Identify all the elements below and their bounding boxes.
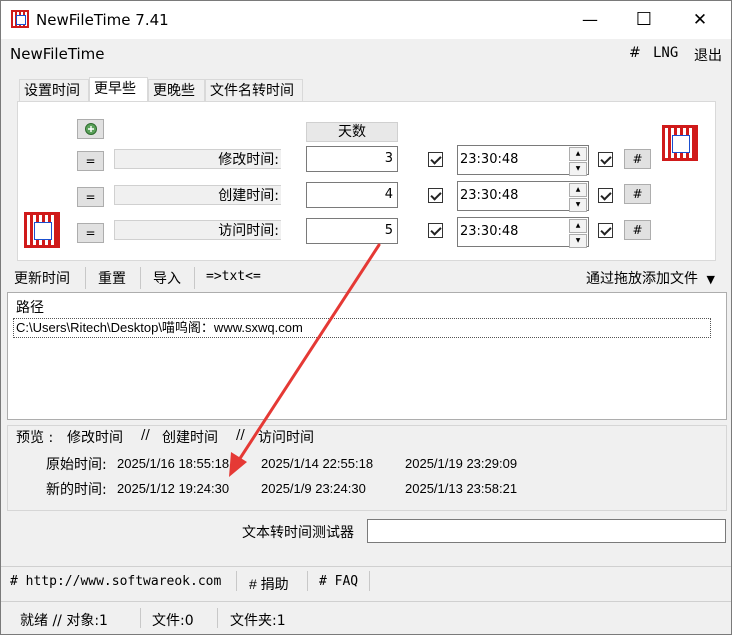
modify-equal-button[interactable]: = [77, 151, 104, 171]
original-access-time: 2025/1/19 23:29:09 [405, 456, 518, 471]
refresh-icon[interactable] [77, 119, 104, 139]
new-time-label: 新的时间: [46, 482, 107, 498]
menu-hash[interactable]: # [629, 45, 641, 61]
footer-separator [307, 571, 308, 591]
status-separator [217, 608, 218, 628]
days-header: 天数 [306, 122, 398, 142]
toolbar-divider [140, 267, 141, 289]
drag-add-files-menu[interactable]: 通过拖放添加文件 ▼ [586, 268, 715, 288]
access-days-input[interactable]: 5 [306, 218, 398, 244]
file-list[interactable]: 路径 C:\Users\Ritech\Desktop\喵呜阁：www.sxwq.… [7, 292, 727, 420]
create-days-input[interactable]: 4 [306, 182, 398, 208]
export-txt-button[interactable]: =>txt<= [206, 269, 261, 284]
tab-later[interactable]: 更晚些 [148, 79, 205, 101]
preview-col-modify: 修改时间 [67, 430, 123, 446]
access-time-checkbox[interactable] [598, 223, 613, 238]
window-title: NewFileTime 7.41 [36, 11, 169, 29]
status-divider [1, 601, 731, 602]
preview-label: 预览 : [16, 430, 54, 446]
app-logo-icon-left[interactable] [24, 212, 60, 248]
minimize-button[interactable]: — [567, 1, 613, 39]
text-to-time-tester-input[interactable] [367, 519, 726, 543]
create-hash-button[interactable]: # [624, 184, 651, 204]
footer-divider [1, 566, 731, 567]
footer-separator [236, 571, 237, 591]
new-modify-time: 2025/1/12 19:24:30 [117, 481, 230, 496]
preview-sep2: // [236, 428, 245, 443]
modify-time-input[interactable]: 23:30:48 ▲ ▼ [457, 145, 589, 176]
create-time-spinner[interactable]: ▲ ▼ [569, 183, 587, 212]
import-button[interactable]: 导入 [153, 268, 181, 288]
modify-time-spinner[interactable]: ▲ ▼ [569, 147, 587, 176]
path-column-header[interactable]: 路径 [16, 297, 44, 317]
create-days-checkbox[interactable] [428, 188, 443, 203]
footer-separator [369, 571, 370, 591]
title-bar: NewFileTime 7.41 — ☐ ✕ [1, 1, 731, 39]
close-button[interactable]: ✕ [677, 1, 723, 39]
access-time-input[interactable]: 23:30:48 ▲ ▼ [457, 217, 589, 248]
access-time-value: 23:30:48 [460, 224, 519, 239]
list-item[interactable]: C:\Users\Ritech\Desktop\喵呜阁：www.sxwq.com [13, 318, 711, 338]
create-time-label: 创建时间: [218, 188, 279, 204]
access-hash-button[interactable]: # [624, 220, 651, 240]
access-equal-button[interactable]: = [77, 223, 104, 243]
original-time-label: 原始时间: [46, 457, 107, 473]
menu-exit[interactable]: 退出 [694, 45, 722, 65]
preview-sep1: // [141, 428, 150, 443]
drag-add-files-label: 通过拖放添加文件 [586, 271, 698, 287]
app-logo-icon-right[interactable] [662, 125, 698, 161]
modify-days-checkbox[interactable] [428, 152, 443, 167]
update-time-button[interactable]: 更新时间 [14, 268, 70, 288]
menu-language[interactable]: LNG [653, 45, 678, 61]
donate-link[interactable]: # 捐助 [249, 574, 289, 594]
toolbar-divider [194, 267, 195, 289]
original-modify-time: 2025/1/16 18:55:18 [117, 456, 230, 471]
toolbar-divider [85, 267, 86, 289]
tab-filename-to-time[interactable]: 文件名转时间 [205, 79, 303, 101]
access-time-label: 访问时间: [218, 223, 279, 239]
preview-col-create: 创建时间 [162, 430, 218, 446]
reset-button[interactable]: 重置 [98, 268, 126, 288]
new-access-time: 2025/1/13 23:58:21 [405, 481, 518, 496]
status-folders: 文件夹:1 [230, 613, 286, 629]
status-ready: 就绪 // 对象:1 [20, 613, 108, 629]
modify-time-value: 23:30:48 [460, 152, 519, 167]
new-create-time: 2025/1/9 23:24:30 [261, 481, 366, 496]
modify-time-label: 修改时间: [218, 152, 279, 168]
create-time-value: 23:30:48 [460, 188, 519, 203]
menu-bar: NewFileTime # LNG 退出 [1, 39, 731, 67]
access-time-spinner[interactable]: ▲ ▼ [569, 219, 587, 248]
preview-col-access: 访问时间 [258, 430, 314, 446]
faq-link[interactable]: # FAQ [319, 574, 358, 589]
create-time-checkbox[interactable] [598, 188, 613, 203]
modify-hash-button[interactable]: # [624, 149, 651, 169]
modify-days-input[interactable]: 3 [306, 146, 398, 172]
chevron-down-icon: ▼ [706, 273, 715, 286]
status-separator [140, 608, 141, 628]
maximize-button[interactable]: ☐ [621, 1, 667, 39]
tab-earlier[interactable]: 更早些 [89, 77, 148, 102]
text-to-time-tester-label: 文本转时间测试器 [242, 525, 354, 541]
access-days-checkbox[interactable] [428, 223, 443, 238]
tab-set-time[interactable]: 设置时间 [19, 79, 89, 101]
create-time-input[interactable]: 23:30:48 ▲ ▼ [457, 181, 589, 212]
app-icon [11, 10, 29, 28]
create-equal-button[interactable]: = [77, 187, 104, 207]
menu-app-label[interactable]: NewFileTime [10, 45, 105, 63]
status-files: 文件:0 [152, 613, 194, 629]
modify-time-checkbox[interactable] [598, 152, 613, 167]
website-link[interactable]: # http://www.softwareok.com [10, 574, 221, 589]
app-window: NewFileTime 7.41 — ☐ ✕ NewFileTime # LNG… [0, 0, 732, 635]
action-toolbar: 更新时间 重置 导入 =>txt<= 通过拖放添加文件 ▼ [1, 263, 731, 291]
original-create-time: 2025/1/14 22:55:18 [261, 456, 374, 471]
